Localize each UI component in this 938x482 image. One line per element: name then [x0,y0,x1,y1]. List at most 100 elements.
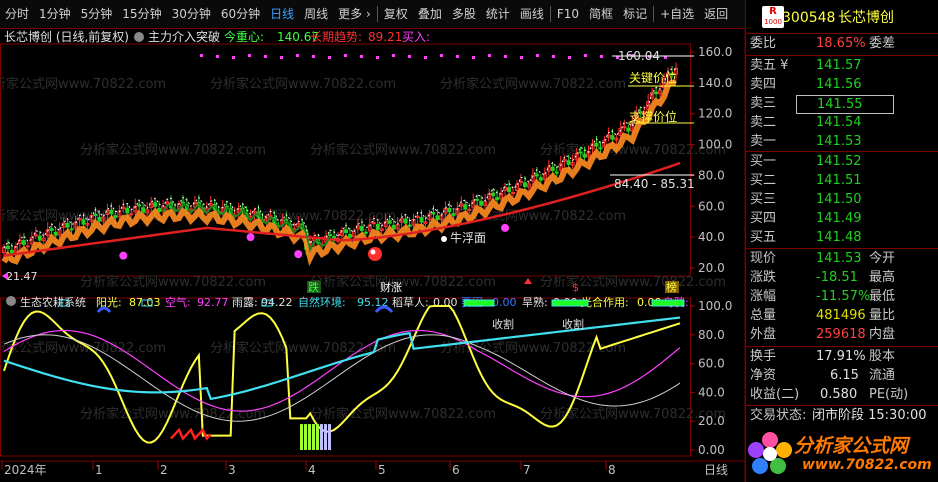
sub-scare-label: 稻草人: [392,296,429,309]
candle-body [5,245,10,250]
stock-app: 分时 1分钟 5分钟 15分钟 30分钟 60分钟 日线 周线 更多 › 复权 叠加 多股 统计 画线 F1… [0,0,938,482]
candle-body [109,209,114,215]
stock-code: 300548 [782,10,836,26]
up-tag-icon [524,278,532,284]
toolbar-button[interactable]: 简框 [584,0,618,28]
buy-price: 141.50 [816,192,862,207]
candle-body [654,91,659,95]
toolbar-button[interactable]: 统计 [481,0,515,28]
sell-row: 卖三 141.55 [746,94,938,114]
sell-row: 卖五 ¥ 141.57 [746,56,938,76]
date-label: 3 [228,463,236,477]
total-label: 总量 [750,308,777,323]
sub-axis-label: 80.0 [698,328,725,342]
sub-axis-label: 40.0 [698,385,725,399]
buy-price: 141.48 [816,230,862,245]
buy-dot [552,55,555,58]
toolbar-button[interactable]: 多股 [447,0,481,28]
toolbar-separator [549,6,551,22]
candle-body [153,202,158,207]
long-trend-label: 长期趋势: [310,30,362,44]
toolbar-button[interactable]: F10 [552,0,584,28]
buy-dot [600,55,603,58]
buy-dot [424,56,427,59]
toolbar-button[interactable]: 15分钟 [117,0,166,28]
chart-area[interactable]: 分析家公式网www.70822.com 分析家公式网www.70822.com 分析… [0,28,745,482]
buy-dot [408,55,411,58]
buy-dot [344,54,347,57]
toolbar-separator [653,6,655,22]
candle-body [507,187,512,193]
candle-body [387,220,392,224]
buy-dot [280,56,283,59]
buy-dot [264,55,267,58]
toolbar-button[interactable]: 1分钟 [34,0,76,28]
candle-body [538,177,543,181]
candle-body [33,234,38,237]
turnover-value: 17.91% [816,349,866,364]
red-sun-segment [170,427,212,441]
buy-dot [488,54,491,57]
toolbar-button[interactable]: 标记 [618,0,652,28]
candle-body [403,218,408,224]
date-label: 8 [608,463,616,477]
float-label: 流通 [869,368,896,383]
sell-row: 卖四 141.56 [746,75,938,95]
inner-label: 内盘 [869,327,896,342]
toolbar-button[interactable]: 复权 [379,0,413,28]
equity-label: 股本 [869,349,896,364]
toolbar-button[interactable]: 返回 [699,0,733,28]
commission-ratio: 18.65% [816,36,866,51]
volume-ratio-label: 量比 [869,308,896,323]
pct-row: 涨幅 -11.57% 最低 [746,287,938,307]
buy-row: 买四 141.49 [746,209,938,229]
high-price-label: 160.04 [618,49,660,63]
total-row: 总量 481496 量比 [746,306,938,326]
sell-label: 卖五 ¥ [750,58,789,73]
candle-body [451,213,456,216]
status-value: 闭市阶段 15:30:00 [812,408,927,423]
sub-env-label: 自然环境: [298,295,346,309]
fortune-tag: 财涨 [380,280,402,294]
watermark-text: 分析家公式网www.70822.com [0,76,166,92]
sub-drought-label: 旱熟: [522,295,548,309]
chart-svg[interactable]: 分析家公式网www.70822.com 分析家公式网www.70822.com 分析… [0,28,745,482]
sell-row: 卖一 141.53 [746,132,938,152]
buy-label: 买入: [402,30,430,44]
buy-price: 141.51 [816,173,862,188]
candle-body [467,208,472,211]
candle-body [375,223,380,230]
toolbar-button[interactable]: 5分钟 [76,0,118,28]
crow-box [463,299,495,307]
float-marker [441,236,447,242]
toolbar-button[interactable]: 30分钟 [167,0,216,28]
sub-sun-label: 阳光: [96,295,122,309]
buy-dot [216,55,219,58]
watermark-text: 分析家公式网www.70822.com [80,274,266,290]
sub-axis-label: 100.0 [698,299,732,313]
candle-body [598,147,603,150]
candle-body [550,166,555,171]
toolbar-button[interactable]: 更多 › [333,0,376,28]
toolbar-button[interactable]: 叠加 [413,0,447,28]
buy-dot [504,55,507,58]
photo-bar [328,424,331,450]
toolbar-button[interactable]: 日线 [265,0,299,28]
candle-body [328,234,333,237]
toolbar-button[interactable]: 分时 [0,0,34,28]
outer-row: 外盘 259618 内盘 [746,325,938,345]
badge-top: R [769,6,777,17]
indicator-toggle-icon [134,32,144,42]
candle-body [582,153,587,158]
toolbar-button[interactable]: 周线 [299,0,333,28]
buy-dot [232,56,235,59]
income-value: 0.580 [820,387,858,402]
buy-dot [568,56,571,59]
toolbar-button[interactable]: 60分钟 [216,0,265,28]
crow-box [551,299,589,307]
toolbar-button[interactable]: 画线 [515,0,549,28]
toolbar-button[interactable]: +自选 [655,0,699,28]
outer-value: 259618 [816,327,866,342]
buy-dot [392,54,395,57]
photo-bar [320,424,323,450]
